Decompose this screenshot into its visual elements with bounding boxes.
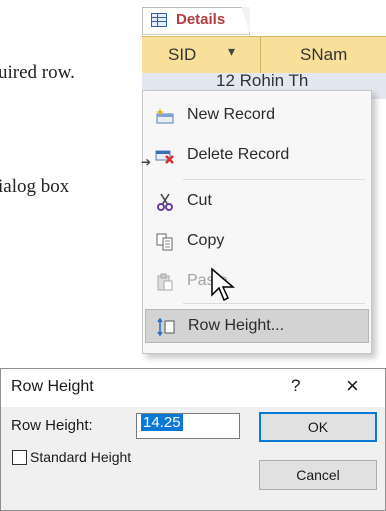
row-height-label: Row Height: <box>11 417 93 434</box>
datasheet-header: SID ▾ SNam <box>142 36 386 74</box>
column-header-sname[interactable]: SNam <box>300 45 347 65</box>
standard-height-checkbox[interactable] <box>12 450 27 465</box>
chevron-down-icon[interactable]: ▾ <box>228 43 235 60</box>
menu-item-label: Row Height... <box>188 317 285 334</box>
menu-item-label: Cut <box>187 192 212 209</box>
row-height-icon <box>156 317 176 337</box>
menu-item-copy[interactable]: Copy <box>145 225 369 259</box>
paste-icon <box>155 273 175 291</box>
menu-item-paste: Paste <box>145 265 369 299</box>
row-height-value: 14.25 <box>141 414 183 431</box>
dialog-title: Row Height <box>11 378 94 395</box>
scissors-icon <box>155 193 175 211</box>
menu-item-new-record[interactable]: New Record <box>145 99 369 133</box>
table-icon <box>151 13 167 27</box>
menu-item-label: Delete Record <box>187 146 290 163</box>
column-header-sid[interactable]: SID <box>168 45 196 65</box>
close-icon[interactable]: × <box>346 373 359 399</box>
mouse-cursor-icon <box>210 267 240 307</box>
details-tab[interactable]: Details <box>142 7 250 35</box>
menu-item-row-height[interactable]: Row Height... <box>145 309 369 343</box>
document-text-line-1: uired row. <box>0 62 75 83</box>
copy-icon <box>155 233 175 251</box>
row-height-dialog: Row Height ? × Row Height: 14.25 Standar… <box>0 368 386 511</box>
context-menu: ➔ New Record Delete Record Cut Copy Past… <box>141 90 372 354</box>
delete-record-icon <box>155 147 175 165</box>
new-record-icon <box>155 107 175 125</box>
menu-item-cut[interactable]: Cut <box>145 185 369 219</box>
ok-button[interactable]: OK <box>259 412 377 442</box>
menu-item-label: Copy <box>187 232 225 249</box>
document-text-line-2: ialog box <box>0 176 70 197</box>
help-icon[interactable]: ? <box>291 376 300 396</box>
menu-item-delete-record[interactable]: Delete Record <box>145 139 369 173</box>
menu-item-label: New Record <box>187 106 276 123</box>
row-height-input[interactable]: 14.25 <box>136 413 240 439</box>
dialog-titlebar: Row Height ? × <box>1 369 385 407</box>
cancel-button[interactable]: Cancel <box>259 460 377 490</box>
record-row-text: 12 Rohin Th <box>216 71 309 90</box>
standard-height-label[interactable]: Standard Height <box>30 449 131 465</box>
tab-label: Details <box>176 11 226 28</box>
